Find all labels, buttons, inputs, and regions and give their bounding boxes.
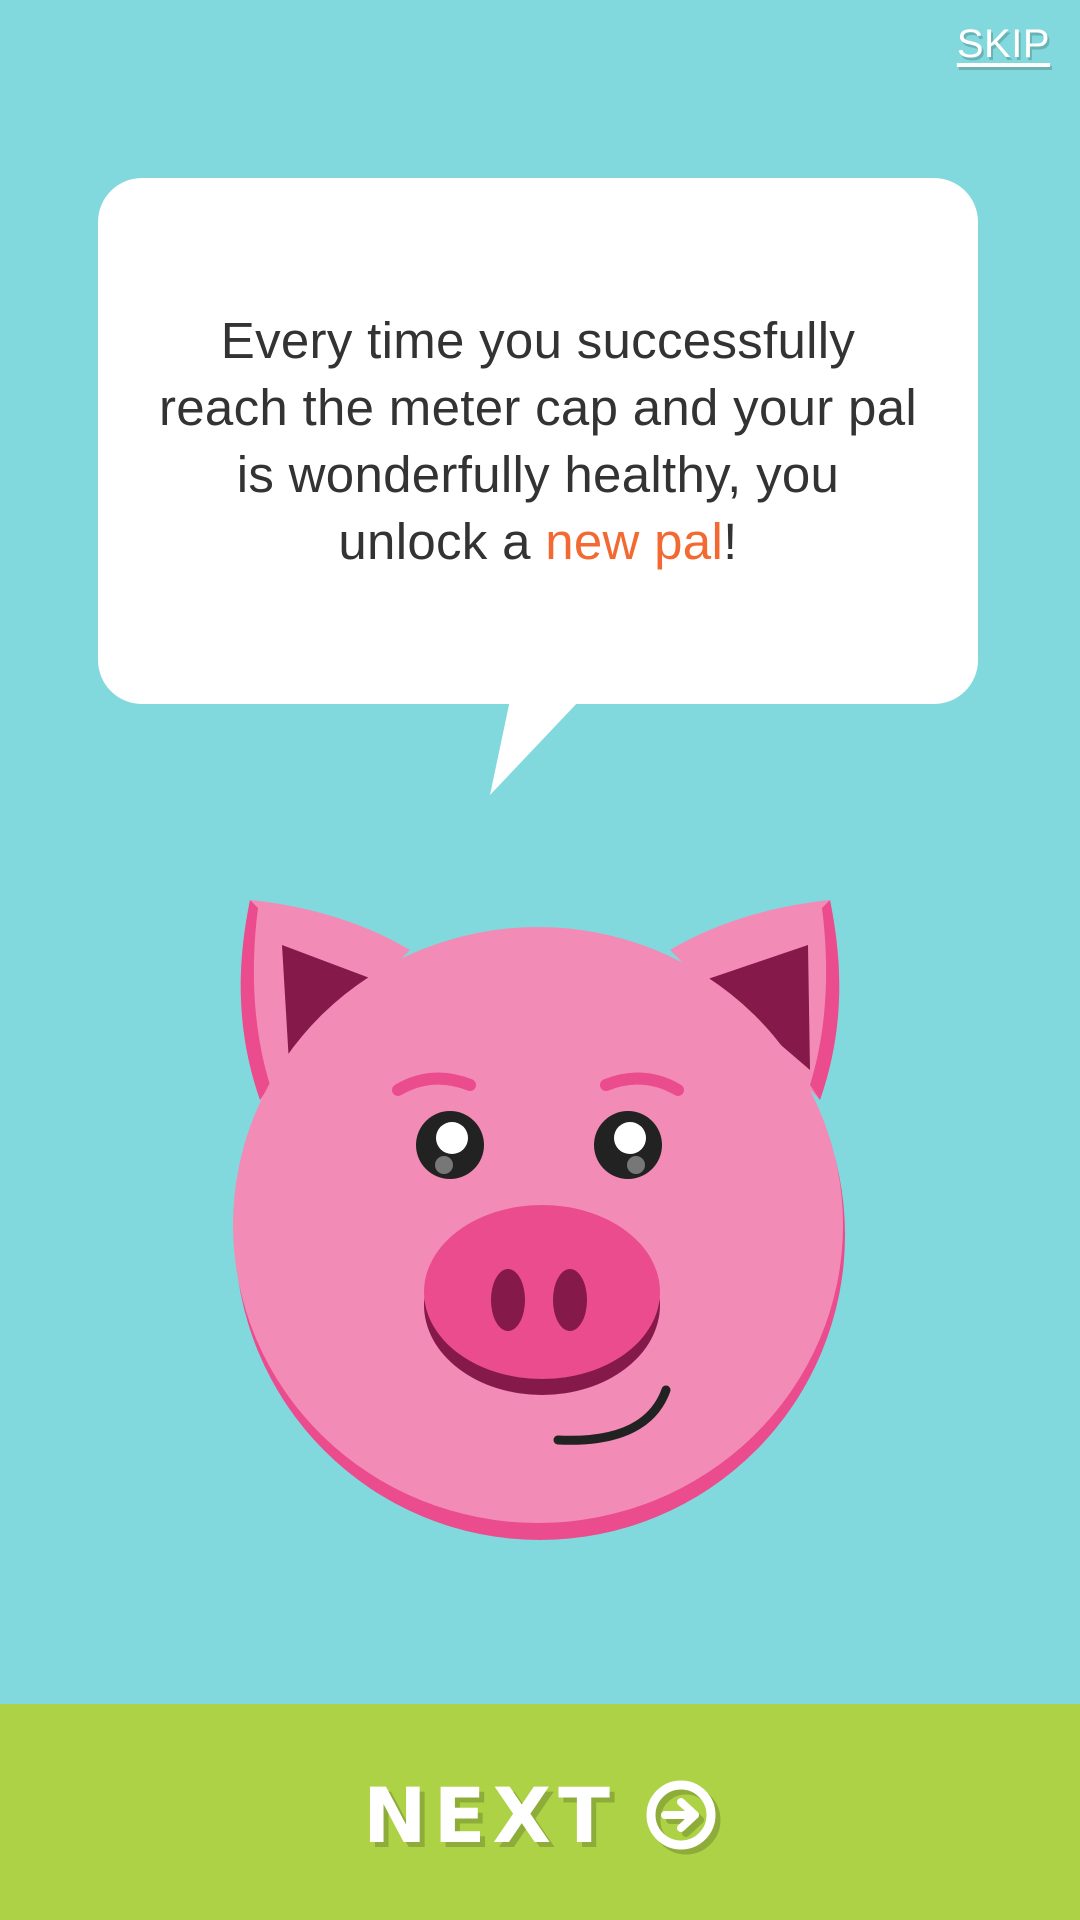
tutorial-message: Every time you successfully reach the me… [158,307,918,575]
skip-link[interactable]: SKIP [957,22,1050,67]
arrow-circle-right-icon[interactable] [645,1779,717,1851]
next-button[interactable]: NEXT [0,1704,1080,1920]
message-text: Every time you successfully reach the me… [158,312,918,570]
next-button-content[interactable]: NEXT [363,1771,717,1860]
next-button-label[interactable]: NEXT [363,1771,617,1860]
pig-left-eye [416,1111,484,1179]
message-end: ! [723,513,738,570]
pig-mascot [233,900,845,1540]
speech-bubble: Every time you successfully reach the me… [98,178,978,704]
pig-right-eye [594,1111,662,1179]
pig-snout [424,1205,660,1395]
new-pal-highlight: new pal [545,513,724,570]
